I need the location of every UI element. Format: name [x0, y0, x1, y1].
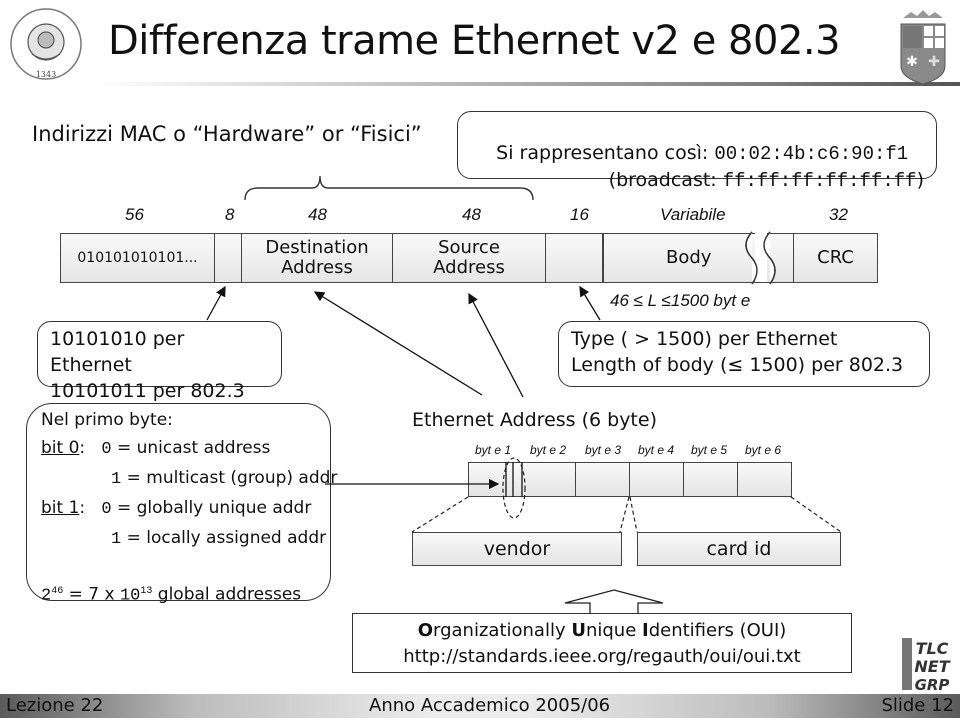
global-address-count: 246 = 7 x 1013 global addresses: [41, 584, 302, 606]
frame-field-destination: Destination Address: [241, 233, 393, 283]
size-destination: 48: [308, 205, 327, 224]
card-id-box: card id: [637, 532, 841, 566]
byte-label-3: byt e 3: [585, 443, 622, 457]
byte-label-6: byt e 6: [745, 443, 782, 457]
university-seal-icon: 1343: [8, 6, 84, 82]
size-source: 48: [462, 205, 481, 224]
svg-text:✚: ✚: [928, 54, 940, 70]
coat-of-arms-icon: ✱ ✚: [893, 10, 953, 86]
oui-block-arrow: [564, 589, 664, 613]
byte-label-2: byt e 2: [530, 443, 567, 457]
mac-heading: Indirizzi MAC o “Hardware” or “Fisici”: [32, 122, 422, 146]
slide-title: Differenza trame Ethernet v2 e 802.3: [108, 18, 841, 64]
svg-text:✱: ✱: [906, 54, 918, 70]
svg-text:1343: 1343: [36, 70, 56, 79]
oui-url[interactable]: http://standards.ieee.org/regauth/oui/ou…: [353, 644, 851, 670]
address-byte-6: [737, 462, 792, 497]
size-sfd: 8: [225, 205, 235, 224]
tlc-net-grp-logo-icon: TLC NET GRP: [900, 634, 956, 694]
byte-label-4: byt e 4: [638, 443, 675, 457]
svg-text:GRP: GRP: [915, 676, 950, 694]
svg-text:NET: NET: [914, 657, 950, 676]
size-body: Variabile: [660, 205, 726, 224]
address-byte-1-2: [468, 462, 576, 497]
oui-box: Organizationally Unique Identifiers (OUI…: [352, 613, 852, 673]
arrow-to-destination: [313, 291, 483, 396]
frame-field-crc: CRC: [793, 233, 878, 283]
bit0-label: bit 0: [41, 438, 80, 458]
byte-label-1: byt e 1: [475, 443, 512, 457]
first-byte-bits-box: Nel primo byte: bit 0: 0 = unicast addre…: [26, 403, 337, 606]
sfd-callout: 10101010 per Ethernet 10101011 per 802.3: [37, 321, 282, 402]
frame-field-preamble: 010101010101...: [60, 233, 215, 283]
size-type: 16: [570, 205, 589, 224]
mac-representation-callout: Si rappresentano così: 00:02:4b:c6:90:f1…: [457, 111, 937, 192]
body-length-note: 46 ≤ L ≤1500 byt e: [610, 291, 751, 310]
size-preamble: 56: [125, 205, 144, 224]
byte-label-5: byt e 5: [691, 443, 728, 457]
type-length-callout: Type ( > 1500) per Ethernet Length of bo…: [558, 321, 930, 387]
arrow-to-type: [579, 285, 601, 321]
ethernet-address-heading: Ethernet Address (6 byte): [412, 409, 657, 431]
size-crc: 32: [829, 205, 848, 224]
arrow-to-source: [468, 292, 524, 398]
footer-slide-number: Slide 12: [881, 695, 954, 716]
bit1-label: bit 1: [41, 498, 80, 518]
arrow-to-sfd: [206, 285, 226, 321]
address-byte-4: [629, 462, 684, 497]
title-divider: [95, 82, 960, 86]
frame-field-type-length: [545, 233, 603, 283]
svg-text:TLC: TLC: [916, 639, 949, 658]
address-byte-5: [683, 462, 738, 497]
footer-bar: Lezione 22 Anno Accademico 2005/06 Slide…: [0, 694, 960, 718]
frame-field-sfd: [214, 233, 242, 283]
broadcast-address: ff:ff:ff:ff:ff:ff: [722, 170, 917, 192]
footer-lesson: Lezione 22: [6, 695, 104, 716]
address-byte-3: [575, 462, 630, 497]
frame-body-tail: [753, 233, 793, 283]
frame-field-source: Source Address: [392, 233, 546, 283]
footer-academic-year: Anno Accademico 2005/06: [369, 695, 611, 716]
vendor-box: vendor: [412, 532, 622, 566]
broadcast-prefix: (broadcast:: [608, 169, 723, 191]
